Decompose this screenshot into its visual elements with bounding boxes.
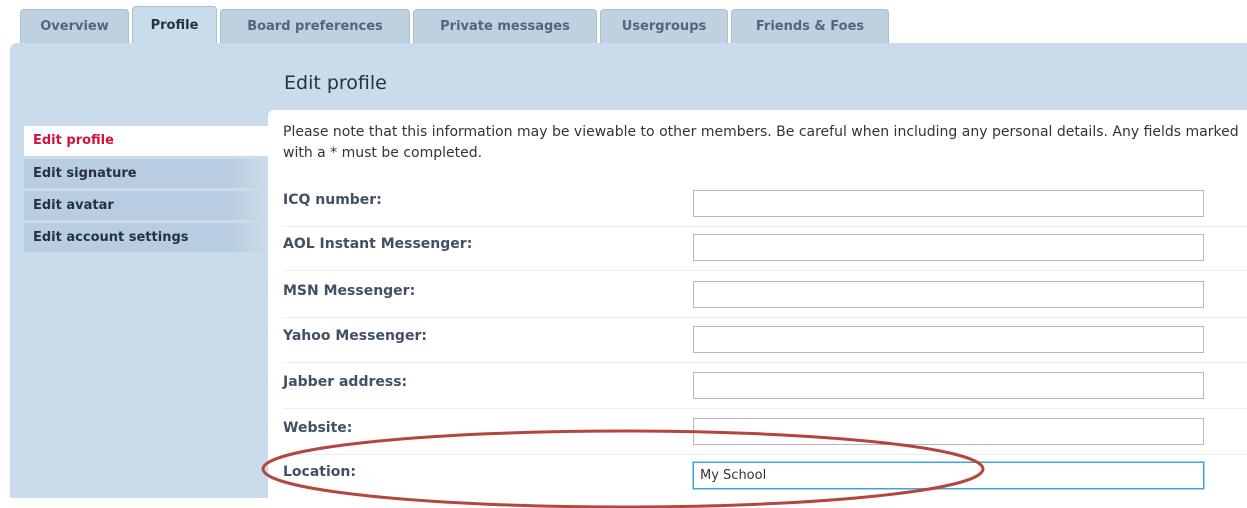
menu-item-edit-profile[interactable]: Edit profile	[24, 126, 268, 156]
field-row-yahoo: Yahoo Messenger:	[283, 326, 1247, 362]
divider	[283, 226, 1247, 227]
page-title: Edit profile	[284, 72, 387, 94]
yahoo-input[interactable]	[693, 326, 1204, 353]
tab-usergroups[interactable]: Usergroups	[600, 9, 728, 43]
divider	[283, 317, 1247, 318]
jabber-input[interactable]	[693, 372, 1204, 399]
yahoo-label: Yahoo Messenger:	[283, 328, 427, 344]
menu-item-edit-account-settings[interactable]: Edit account settings	[24, 223, 268, 252]
menu-item-edit-avatar[interactable]: Edit avatar	[24, 191, 268, 220]
profile-menu: Edit profile Edit signature Edit avatar …	[24, 126, 268, 255]
field-row-aol: AOL Instant Messenger:	[283, 234, 1247, 270]
divider	[283, 270, 1247, 271]
field-row-msn: MSN Messenger:	[283, 281, 1247, 317]
divider	[283, 408, 1247, 409]
msn-input[interactable]	[693, 281, 1204, 308]
divider	[283, 362, 1247, 363]
tab-profile[interactable]: Profile	[132, 6, 217, 43]
tab-private-messages[interactable]: Private messages	[413, 9, 597, 43]
intro-text: Please note that this information may be…	[283, 124, 1239, 161]
icq-input[interactable]	[693, 190, 1204, 217]
tab-friends-foes[interactable]: Friends & Foes	[731, 9, 889, 43]
field-row-jabber: Jabber address:	[283, 372, 1247, 408]
field-row-icq: ICQ number:	[283, 190, 1247, 226]
msn-label: MSN Messenger:	[283, 283, 416, 299]
tab-bar: Overview Profile Board preferences Priva…	[20, 6, 892, 43]
icq-label: ICQ number:	[283, 192, 382, 208]
aol-input[interactable]	[693, 234, 1204, 261]
menu-item-edit-signature[interactable]: Edit signature	[24, 159, 268, 188]
tab-overview[interactable]: Overview	[20, 9, 129, 43]
aol-label: AOL Instant Messenger:	[283, 236, 473, 252]
tab-board-preferences[interactable]: Board preferences	[220, 9, 410, 43]
jabber-label: Jabber address:	[283, 374, 408, 390]
annotation-ellipse	[261, 429, 985, 508]
